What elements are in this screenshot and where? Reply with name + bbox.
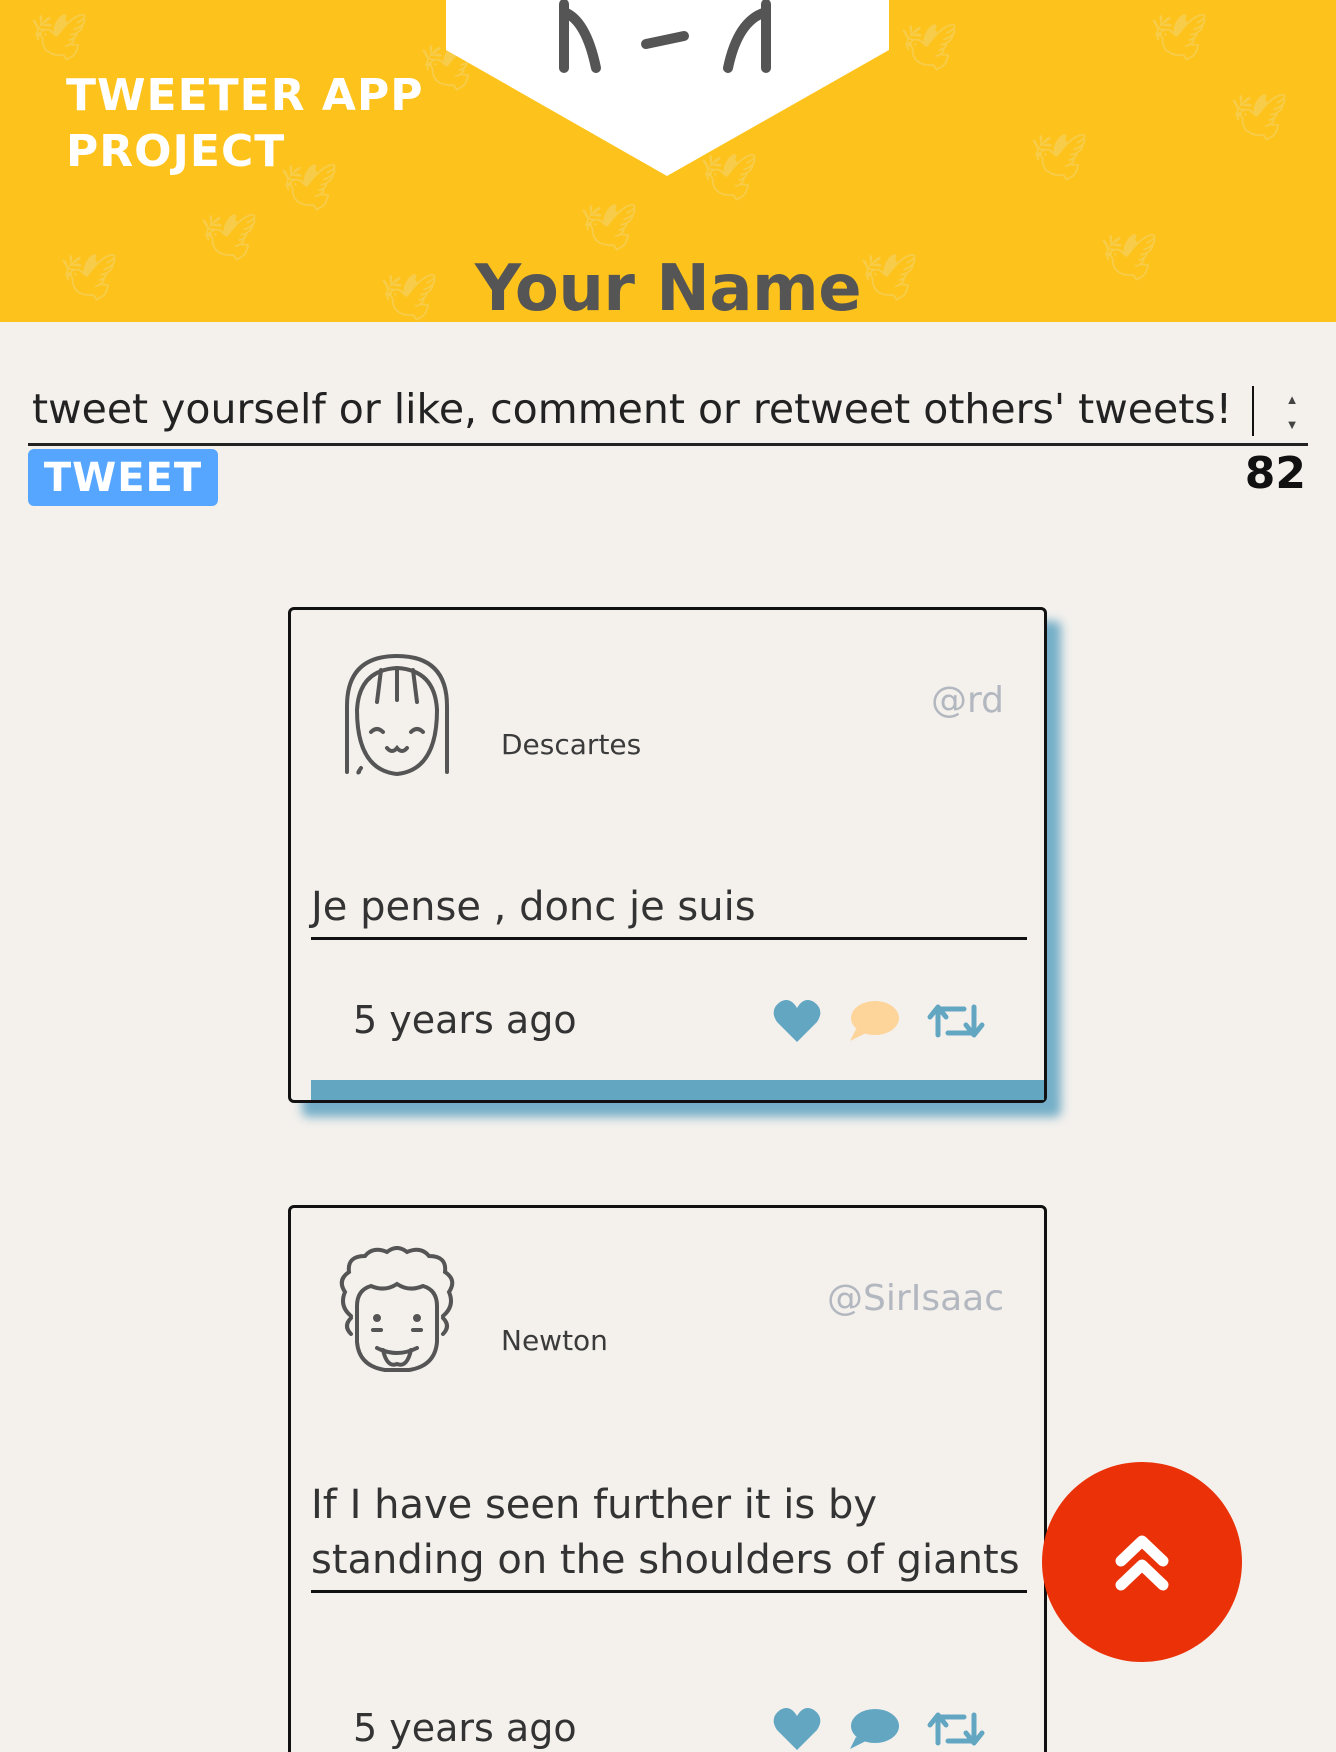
text-caret: [1252, 386, 1254, 436]
bird-pattern-icon: 🕊: [1150, 10, 1209, 64]
tweet-card: Descartes @rd Je pense , donc je suis 5 …: [288, 607, 1047, 1103]
tweet-timestamp: 5 years ago: [353, 998, 577, 1042]
page-header: 🕊 🕊 🕊 🕊 🕊 🕊 🕊 🕊 🕊 🕊 🕊 🕊 🕊 🕊 TWEETER APP …: [0, 0, 1336, 322]
tweet-actions: [772, 998, 986, 1049]
bird-pattern-icon: 🕊: [580, 200, 639, 254]
bird-pattern-icon: 🕊: [30, 10, 89, 64]
user-avatar-icon: [339, 1246, 455, 1372]
tweet-accent-bar: [311, 1080, 1044, 1100]
comment-icon[interactable]: [848, 999, 900, 1048]
heart-icon[interactable]: [772, 998, 822, 1049]
tweet-card: Newton @SirIsaac If I have seen further …: [288, 1205, 1047, 1752]
user-avatar-icon: [345, 653, 449, 777]
tweet-content: Je pense , donc je suis: [311, 880, 1027, 940]
tweet-input[interactable]: [28, 376, 1228, 442]
tweet-handle: @rd: [930, 680, 1004, 721]
tweet-author: Descartes: [501, 728, 642, 761]
bird-pattern-icon: 🕊: [900, 20, 959, 74]
spinner-down-icon[interactable]: ▼: [1286, 417, 1299, 432]
tweet-content: If I have seen further it is by standing…: [311, 1478, 1027, 1593]
tweet-button[interactable]: TWEET: [28, 449, 218, 506]
profile-avatar: [446, 0, 889, 176]
tweet-timestamp: 5 years ago: [353, 1706, 577, 1750]
scroll-to-top-button[interactable]: [1042, 1462, 1242, 1662]
double-chevron-up-icon: [1115, 1535, 1169, 1591]
char-counter: 82: [1244, 448, 1306, 499]
comment-icon[interactable]: [848, 1707, 900, 1752]
spinner-up-icon[interactable]: ▲: [1286, 392, 1299, 407]
tweet-handle: @SirIsaac: [827, 1278, 1004, 1319]
tweet-author: Newton: [501, 1324, 608, 1357]
heart-icon[interactable]: [772, 1706, 822, 1752]
retweet-icon[interactable]: [926, 1001, 986, 1046]
bird-pattern-icon: 🕊: [1230, 90, 1289, 144]
textarea-spinner[interactable]: ▲ ▼: [1282, 392, 1302, 432]
profile-name: Your Name: [474, 252, 862, 322]
tweet-actions: [772, 1706, 986, 1752]
app-brand-title: TWEETER APP PROJECT: [66, 70, 424, 177]
compose-area: ▲ ▼: [28, 376, 1308, 446]
retweet-icon[interactable]: [926, 1709, 986, 1752]
bird-pattern-icon: 🕊: [1030, 130, 1089, 184]
